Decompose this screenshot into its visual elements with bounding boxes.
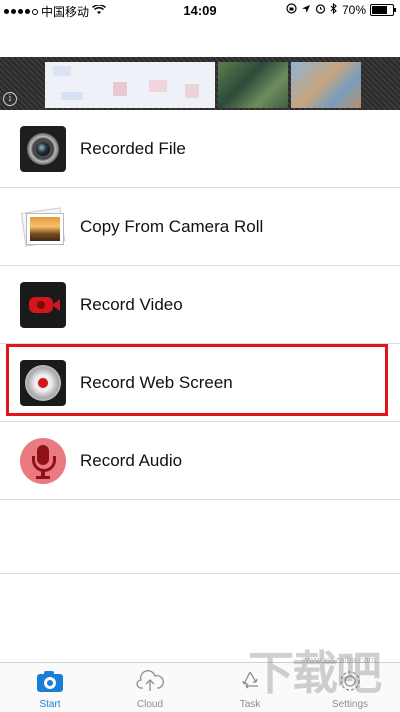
list-item-recorded-file[interactable]: Recorded File <box>0 110 400 188</box>
tab-label: Start <box>39 699 61 710</box>
tab-label: Cloud <box>136 699 164 710</box>
action-list: Recorded File Copy From Camera Roll Reco… <box>0 110 400 500</box>
recorded-file-icon <box>20 125 66 172</box>
photos-icon <box>20 204 66 250</box>
list-item-label: Record Audio <box>80 450 183 470</box>
battery-percent: 70% <box>341 3 366 17</box>
bluetooth-icon <box>330 2 338 17</box>
list-item-record-web-screen[interactable]: Record Web Screen <box>0 344 400 422</box>
list-item-label: Record Video <box>80 294 183 314</box>
info-icon[interactable]: i <box>3 92 17 106</box>
list-item-label: Recorded File <box>80 138 186 158</box>
video-camera-icon <box>20 281 66 328</box>
battery-icon <box>370 4 396 16</box>
banner-thumbnail <box>218 62 288 108</box>
record-disc-icon <box>20 359 66 406</box>
status-bar: 中国移动 14:09 70% <box>0 0 400 22</box>
tab-start[interactable]: Start <box>0 663 100 712</box>
location-icon <box>301 3 311 17</box>
watermark-logo: 下载吧 <box>248 646 382 700</box>
banner-thumbnail <box>291 62 361 108</box>
microphone-icon <box>20 437 66 484</box>
list-item-record-audio[interactable]: Record Audio <box>0 422 400 500</box>
ad-banner[interactable]: i <box>0 57 400 110</box>
list-item-record-video[interactable]: Record Video <box>0 266 400 344</box>
banner-thumbnail <box>45 62 215 108</box>
list-item-label: Record Web Screen <box>80 372 233 392</box>
camera-icon <box>36 669 64 693</box>
cloud-upload-icon <box>136 669 164 693</box>
list-item-label: Copy From Camera Roll <box>80 216 264 236</box>
list-item-camera-roll[interactable]: Copy From Camera Roll <box>0 188 400 266</box>
alarm-icon <box>315 3 326 17</box>
separator <box>0 573 400 574</box>
rotation-lock-icon <box>286 3 297 17</box>
tab-cloud[interactable]: Cloud <box>100 663 200 712</box>
status-icons: 70% <box>286 2 396 17</box>
